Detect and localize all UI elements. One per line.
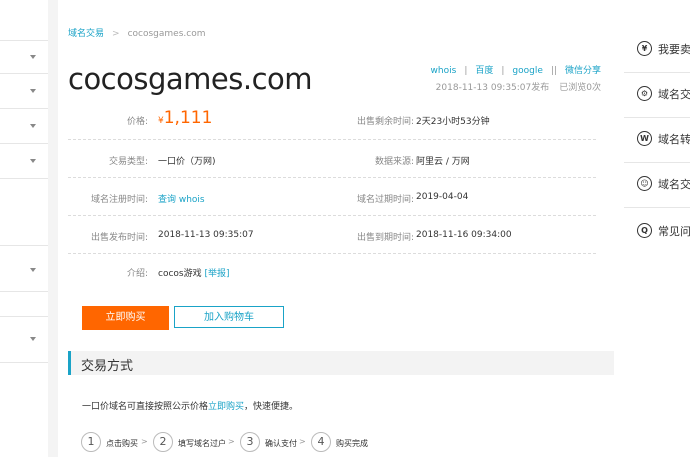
right-menu-faq[interactable]: Q 常见问 — [624, 210, 690, 254]
step-label: 填写域名过户 — [178, 439, 226, 448]
step-number: 3 — [240, 432, 260, 452]
published-time: 2018-11-13 09:35:07发布 — [435, 83, 550, 93]
left-menu-item[interactable] — [0, 144, 48, 179]
price-label: 价格: — [126, 117, 148, 127]
right-menu-label: 常见问 — [658, 225, 690, 238]
buy-now-link[interactable]: 立即购买 — [208, 402, 244, 412]
right-menu-label: 域名交 — [658, 178, 690, 191]
section-header: 交易方式 — [68, 351, 614, 375]
left-menu-item[interactable] — [0, 41, 48, 74]
main-content: 域名交易 > cocosgames.com cocosgames.com whois… — [58, 0, 624, 457]
chevron-down-icon — [30, 124, 36, 128]
registration-time-label: 域名注册时间: — [90, 195, 148, 205]
chevron-down-icon — [30, 89, 36, 93]
publish-time-value: 2018-11-13 09:35:07 — [158, 230, 254, 240]
left-menu-item[interactable] — [0, 292, 48, 317]
chevron-down-icon — [30, 268, 36, 272]
step-arrow-icon: > — [141, 437, 148, 446]
trade-type-label: 交易类型: — [108, 157, 148, 167]
breadcrumb-parent-link[interactable]: 域名交易 — [68, 29, 104, 39]
user-icon: ☺ — [637, 176, 652, 191]
right-menu-domain-trade[interactable]: ⚙ 域名交 — [624, 73, 690, 118]
chevron-down-icon — [30, 55, 36, 59]
step-arrow-icon: > — [299, 437, 306, 446]
end-time-value: 2018-11-16 09:34:00 — [416, 230, 512, 240]
page-title: cocosgames.com — [68, 62, 313, 96]
w-icon: W — [637, 131, 652, 146]
right-menu-label: 域名交 — [658, 88, 690, 101]
chevron-down-icon — [30, 337, 36, 341]
intro-value: cocos游戏 [举报] — [158, 269, 230, 279]
breadcrumb-current: cocosgames.com — [127, 29, 206, 39]
expire-time-value: 2019-04-04 — [416, 192, 469, 202]
trade-description: 一口价域名可直接按照公示价格立即购买，快速便捷。 — [82, 402, 299, 412]
left-menu-item[interactable] — [0, 179, 48, 246]
right-help-menu: ¥ 我要卖 ⚙ 域名交 W 域名转 ☺ 域名交 Q 常见问 — [624, 0, 690, 457]
left-menu-item[interactable] — [0, 317, 48, 363]
expire-time-label: 域名过期时间: — [356, 195, 414, 205]
gear-icon: ⚙ — [637, 86, 652, 101]
step-label: 点击购买 — [106, 439, 138, 448]
view-count: 已浏览0次 — [559, 83, 601, 93]
data-source-value: 阿里云 / 万网 — [416, 157, 470, 167]
left-menu-item[interactable] — [0, 363, 48, 423]
step-arrow-icon: > — [228, 437, 235, 446]
share-separator: || — [550, 66, 557, 76]
info-row-trade-type: 交易类型: 一口价（万网) 数据来源: 阿里云 / 万网 — [68, 140, 596, 178]
left-menu-item[interactable] — [0, 74, 48, 109]
add-to-cart-button[interactable]: 加入购物车 — [174, 306, 284, 328]
step-label: 确认支付 — [265, 439, 297, 448]
report-link[interactable]: [举报] — [204, 269, 229, 279]
info-row-price: 价格: ¥1,111 出售剩余时间: 2天23小时53分钟 — [68, 97, 596, 140]
end-time-label: 出售到期时间: — [356, 233, 414, 243]
baidu-link[interactable]: 百度 — [475, 66, 493, 76]
intro-label: 介绍: — [126, 269, 148, 279]
remaining-time-value: 2天23小时53分钟 — [416, 117, 490, 127]
share-separator: | — [464, 66, 468, 76]
right-menu-domain-trade-user[interactable]: ☺ 域名交 — [624, 163, 690, 208]
whois-link[interactable]: whois — [431, 66, 457, 76]
wechat-share-link[interactable]: 微信分享 — [565, 66, 601, 76]
share-links: whois | 百度 | google || 微信分享 — [431, 63, 601, 76]
left-menu-item[interactable] — [0, 0, 48, 41]
publish-time-label: 出售发布时间: — [90, 233, 148, 243]
share-separator: | — [501, 66, 505, 76]
right-menu-label: 域名转 — [658, 133, 690, 146]
step-label: 购买完成 — [336, 439, 368, 448]
chevron-down-icon — [30, 159, 36, 163]
query-whois-link[interactable]: 查询 whois — [158, 192, 205, 205]
step-number: 2 — [153, 432, 173, 452]
info-row-publish: 出售发布时间: 2018-11-13 09:35:07 出售到期时间: 2018… — [68, 216, 596, 254]
buy-now-button[interactable]: 立即购买 — [82, 306, 169, 330]
breadcrumb-separator: > — [112, 29, 120, 39]
breadcrumb: 域名交易 > cocosgames.com — [68, 26, 205, 39]
right-menu-label: 我要卖 — [658, 43, 690, 56]
trade-type-value: 一口价（万网) — [158, 157, 216, 167]
yen-icon: ¥ — [637, 41, 652, 56]
remaining-time-label: 出售剩余时间: — [356, 117, 414, 127]
left-sidebar — [0, 0, 48, 457]
q-icon: Q — [637, 223, 652, 238]
section-title: 交易方式 — [81, 359, 134, 374]
left-menu-item[interactable] — [0, 109, 48, 144]
right-menu-domain-transfer[interactable]: W 域名转 — [624, 118, 690, 163]
info-row-intro: 介绍: cocos游戏 [举报] — [68, 254, 596, 291]
google-link[interactable]: google — [512, 66, 542, 76]
left-menu-item[interactable] — [0, 246, 48, 292]
right-menu-sell[interactable]: ¥ 我要卖 — [624, 28, 690, 73]
price-amount: 1,111 — [163, 108, 213, 128]
info-row-registration: 域名注册时间: 查询 whois 域名过期时间: 2019-04-04 — [68, 178, 596, 216]
data-source-label: 数据来源: — [374, 157, 414, 167]
price-value: ¥1,111 — [158, 108, 212, 128]
step-number: 1 — [81, 432, 101, 452]
step-number: 4 — [311, 432, 331, 452]
listing-meta: 2018-11-13 09:35:07发布 已浏览0次 — [436, 80, 601, 93]
